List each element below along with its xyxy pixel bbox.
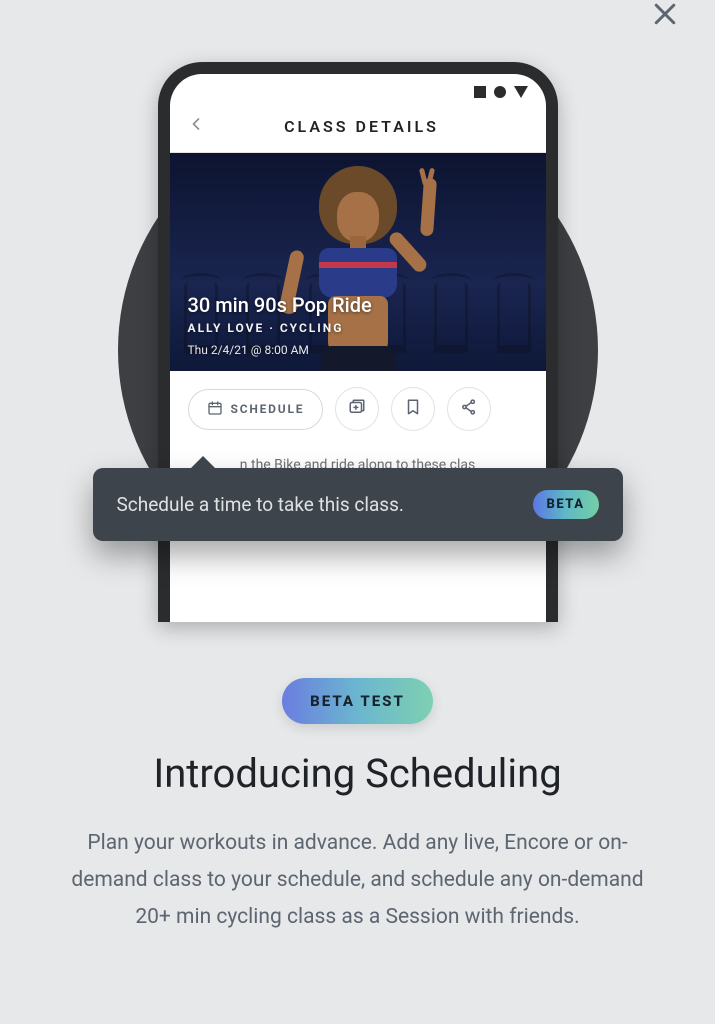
beta-test-badge: BETA TEST <box>282 678 433 724</box>
share-icon <box>460 398 478 420</box>
square-icon <box>474 86 486 98</box>
bookmark-button[interactable] <box>391 387 435 431</box>
promo-title: Introducing Scheduling <box>58 750 657 797</box>
action-row: SCHEDULE <box>170 371 546 447</box>
class-time: Thu 2/4/21 @ 8:00 AM <box>188 343 372 357</box>
bookmark-icon <box>404 398 422 420</box>
class-title: 30 min 90s Pop Ride <box>188 293 372 317</box>
hero-illustration: CLASS DETAILS 30 min 90s Pop Ride ALLY <box>0 0 715 640</box>
nav-bar: CLASS DETAILS <box>170 104 546 153</box>
share-button[interactable] <box>447 387 491 431</box>
schedule-button-label: SCHEDULE <box>231 402 305 416</box>
promo-section: BETA TEST Introducing Scheduling Plan yo… <box>0 678 715 935</box>
schedule-button[interactable]: SCHEDULE <box>188 389 324 430</box>
triangle-down-icon <box>514 86 528 98</box>
calendar-icon <box>207 400 223 419</box>
class-hero-image[interactable]: 30 min 90s Pop Ride ALLY LOVE · CYCLING … <box>170 153 546 371</box>
class-subtitle: ALLY LOVE · CYCLING <box>188 321 372 335</box>
android-status-icons <box>170 74 546 104</box>
beta-badge: BETA <box>533 490 599 519</box>
add-to-collection-button[interactable] <box>335 387 379 431</box>
tooltip-text: Schedule a time to take this class. <box>117 493 404 516</box>
promo-body: Plan your workouts in advance. Add any l… <box>58 825 657 935</box>
add-collection-icon <box>348 398 366 420</box>
circle-icon <box>494 86 506 98</box>
schedule-tooltip: Schedule a time to take this class. BETA <box>93 468 623 541</box>
nav-title: CLASS DETAILS <box>194 117 530 136</box>
